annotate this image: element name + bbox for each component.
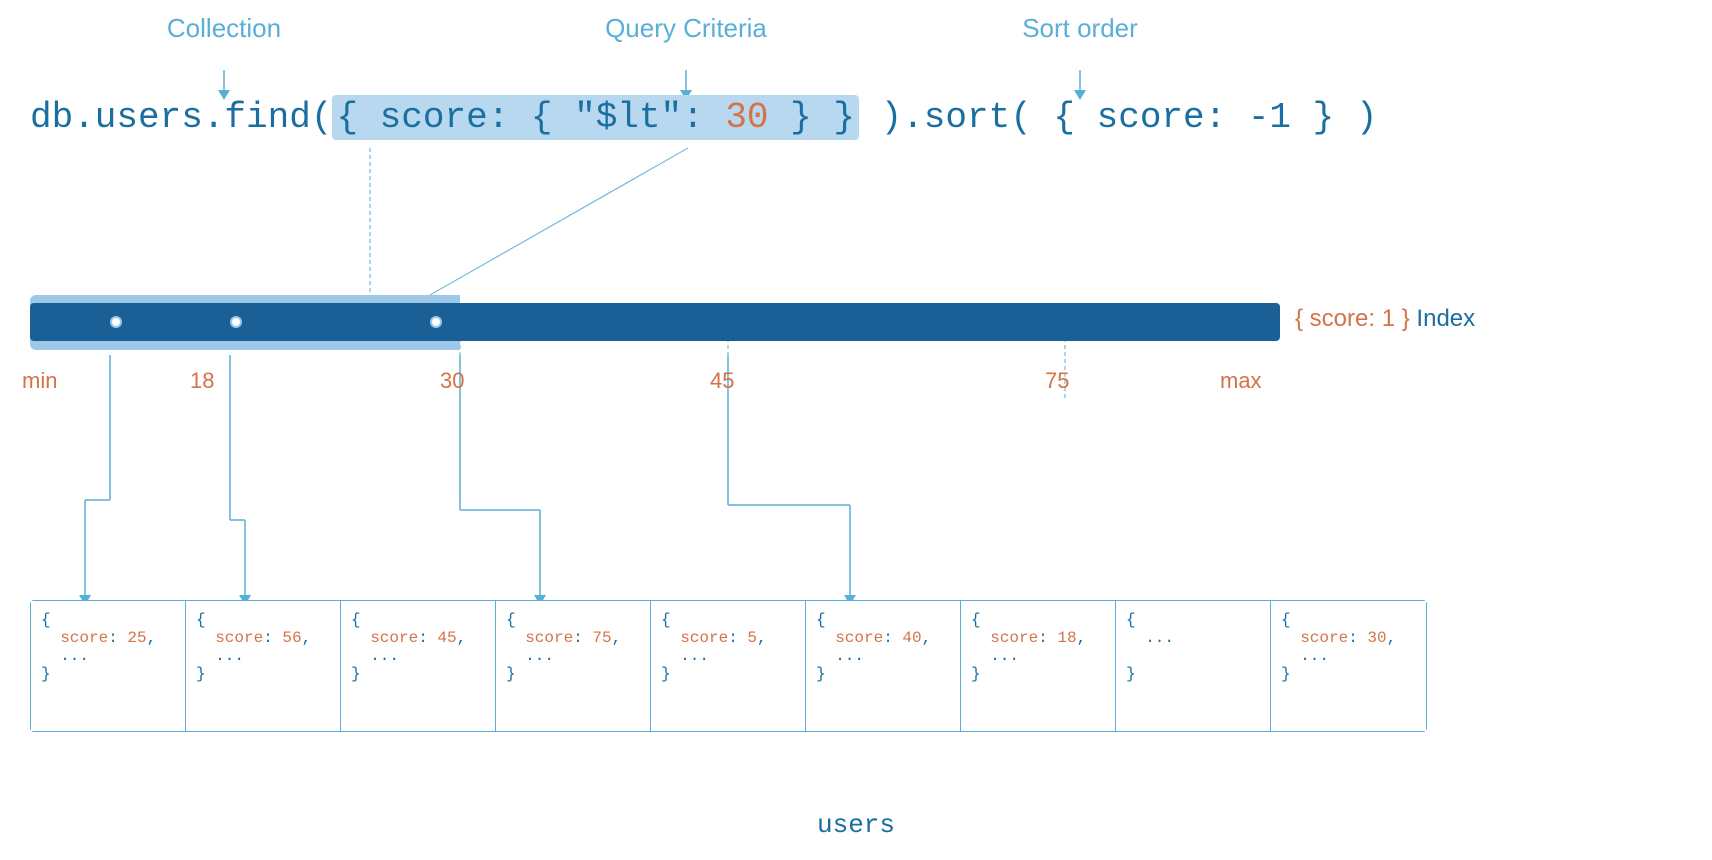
code-number: 30	[725, 97, 768, 138]
collection-name: users	[817, 810, 895, 840]
index-label: { score: 1 } Index	[1295, 305, 1475, 333]
doc-cell-8: { ... }	[1116, 601, 1271, 731]
index-bar-dark	[30, 303, 1280, 341]
code-line: db.users.find({ score: { "$lt": 30 } } )…	[30, 95, 1377, 140]
scale-min: min	[22, 368, 57, 394]
label-collection: Collection	[124, 13, 324, 44]
diagram-container: Collection Query Criteria Sort order db.…	[0, 0, 1712, 860]
doc-cell-9: { score: 30, ... }	[1271, 601, 1426, 731]
code-suffix: ).sort( { score: -1 } )	[859, 97, 1377, 138]
doc-cell-5: { score: 5, ... }	[651, 601, 806, 731]
label-sort-order: Sort order	[980, 13, 1180, 44]
scale-45: 45	[710, 368, 734, 394]
doc-cell-4: { score: 75, ... }	[496, 601, 651, 731]
label-query-criteria: Query Criteria	[535, 13, 837, 44]
bar-dot-2	[230, 316, 242, 328]
doc-cell-7: { score: 18, ... }	[961, 601, 1116, 731]
doc-cell-2: { score: 56, ... }	[186, 601, 341, 731]
bar-dot-1	[110, 316, 122, 328]
code-prefix: db.users.find(	[30, 97, 332, 138]
doc-cell-3: { score: 45, ... }	[341, 601, 496, 731]
documents-row: { score: 25, ... } { score: 56, ... } { …	[30, 600, 1427, 732]
scale-max: max	[1220, 368, 1262, 394]
scale-30: 30	[440, 368, 464, 394]
code-highlight: { score: { "$lt": 30 } }	[332, 95, 859, 140]
scale-75: 75	[1045, 368, 1069, 394]
doc-cell-6: { score: 40, ... }	[806, 601, 961, 731]
doc-cell-1: { score: 25, ... }	[31, 601, 186, 731]
scale-18: 18	[190, 368, 214, 394]
bar-dot-3	[430, 316, 442, 328]
